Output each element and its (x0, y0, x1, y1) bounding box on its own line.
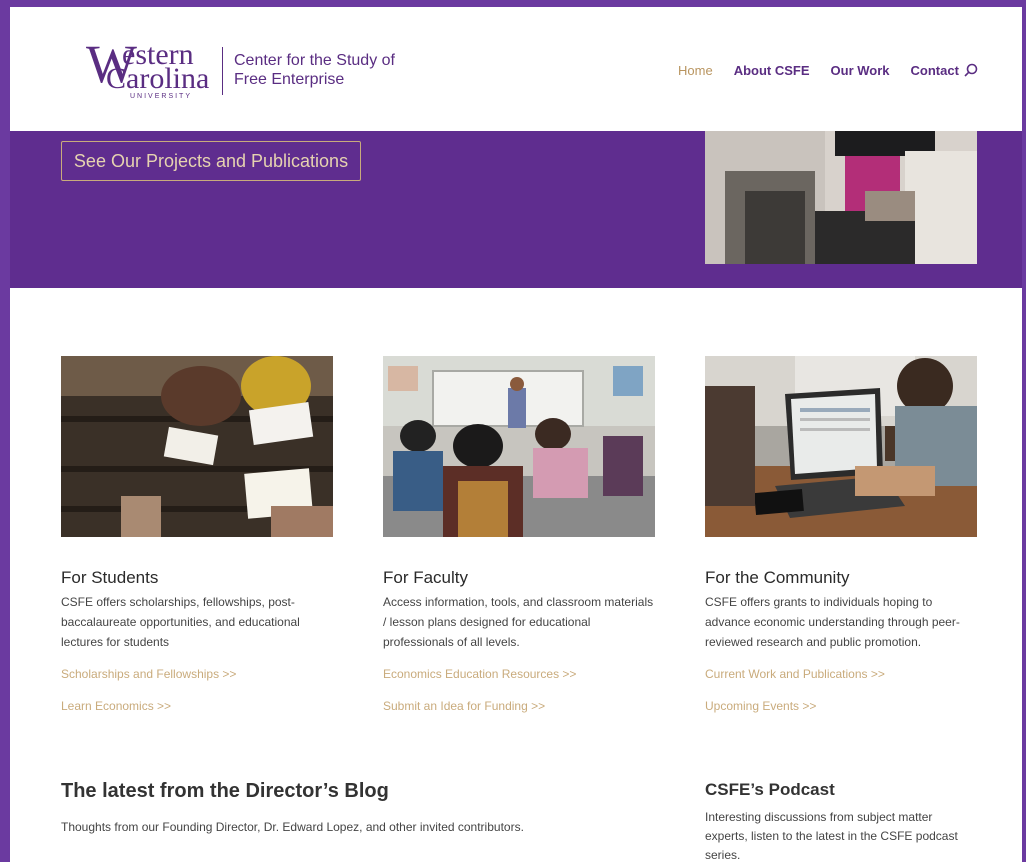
podcast-text: Interesting discussions from subject mat… (705, 810, 958, 862)
faculty-card: For Faculty Access information, tools, a… (383, 356, 655, 716)
window-border-left (0, 0, 10, 862)
community-title: For the Community (705, 568, 850, 587)
submit-idea-link[interactable]: Submit an Idea for Funding >> (383, 696, 655, 716)
learn-economics-link[interactable]: Learn Economics >> (61, 696, 333, 716)
students-text: CSFE offers scholarships, fellowships, p… (61, 595, 300, 649)
nav-about[interactable]: About CSFE (734, 63, 810, 78)
faculty-title: For Faculty (383, 568, 469, 587)
nav-contact[interactable]: Contact (911, 63, 959, 78)
community-image (705, 356, 977, 537)
community-card: For the Community CSFE offers grants to … (705, 356, 977, 716)
site-logo[interactable]: W estern Carolina UNIVERSITY Center for … (86, 37, 395, 105)
projects-publications-button[interactable]: See Our Projects and Publications (61, 141, 361, 181)
logo-university: UNIVERSITY (130, 93, 193, 100)
hero-classroom-image (705, 131, 977, 264)
window-border-right (1022, 0, 1026, 862)
center-name: Center for the Study of Free Enterprise (234, 52, 395, 88)
faculty-text: Access information, tools, and classroom… (383, 595, 654, 649)
faculty-image (383, 356, 655, 537)
main-nav: Home About CSFE Our Work Contact (678, 63, 980, 78)
community-text: CSFE offers grants to individuals hoping… (705, 595, 960, 649)
current-work-link[interactable]: Current Work and Publications >> (705, 664, 977, 684)
students-card: For Students CSFE offers scholarships, f… (61, 356, 333, 716)
podcast-title: CSFE’s Podcast (705, 780, 835, 799)
blog-text: Thoughts from our Founding Director, Dr.… (61, 820, 524, 834)
blog-title: The latest from the Director’s Blog (61, 780, 389, 802)
site-header: W estern Carolina UNIVERSITY Center for … (10, 7, 1022, 131)
logo-carolina: Carolina (106, 62, 210, 95)
nav-home[interactable]: Home (678, 63, 713, 78)
logo-divider (222, 47, 223, 95)
window-border-top (0, 0, 1026, 7)
scholarships-link[interactable]: Scholarships and Fellowships >> (61, 664, 333, 684)
nav-our-work[interactable]: Our Work (831, 63, 890, 78)
search-icon[interactable] (964, 63, 978, 77)
education-resources-link[interactable]: Economics Education Resources >> (383, 664, 655, 684)
hero-banner: See Our Projects and Publications (10, 131, 1022, 288)
students-image (61, 356, 333, 537)
students-title: For Students (61, 568, 159, 587)
upcoming-events-link[interactable]: Upcoming Events >> (705, 696, 977, 716)
